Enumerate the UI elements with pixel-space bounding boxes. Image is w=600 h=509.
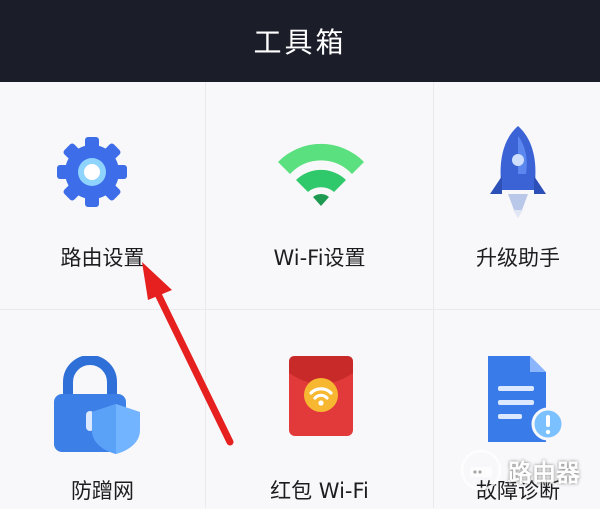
header-bar: 工具箱 <box>0 0 600 82</box>
lock-shield-icon <box>54 356 140 454</box>
red-envelope-wifi-icon <box>289 356 353 436</box>
wifi-icon <box>278 143 364 206</box>
watermark: 路由器 <box>460 440 600 500</box>
tool-label: Wi-Fi设置 <box>273 246 366 270</box>
tool-router-settings[interactable]: 路由设置 <box>0 82 205 309</box>
tool-upgrade-assistant[interactable]: 升级助手 <box>434 82 600 309</box>
tool-label: 红包 Wi-Fi <box>270 479 369 503</box>
document-alert-icon <box>488 356 565 442</box>
gear-icon <box>57 137 127 207</box>
tool-wifi-settings[interactable]: Wi-Fi设置 <box>206 82 433 309</box>
router-icon <box>460 449 502 491</box>
page-title: 工具箱 <box>253 26 347 59</box>
watermark-text: 路由器 <box>508 458 580 487</box>
tool-label: 防蹭网 <box>71 479 134 503</box>
tool-label: 升级助手 <box>476 246 560 270</box>
tool-red-envelope-wifi[interactable]: 红包 Wi-Fi <box>206 310 433 509</box>
rocket-icon <box>490 126 546 218</box>
tool-label: 路由设置 <box>60 246 145 270</box>
tool-anti-rub[interactable]: 防蹭网 <box>0 310 205 509</box>
